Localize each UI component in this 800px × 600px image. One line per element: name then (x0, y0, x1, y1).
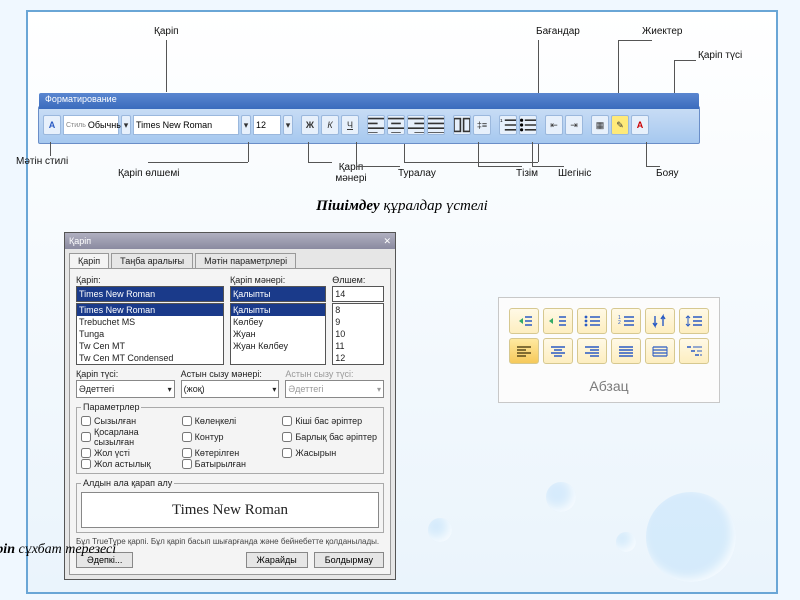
effect-checkbox[interactable]: Сызылған (81, 416, 178, 426)
bullet-list-button[interactable] (577, 308, 607, 334)
numbered-list-button[interactable]: 1 (499, 115, 517, 135)
dropdown-icon[interactable]: ▾ (241, 115, 251, 135)
label-underline-color: Астын сызу түсі: (285, 369, 384, 379)
callout-columns: Бағандар (536, 26, 580, 37)
columns-button[interactable] (453, 115, 471, 135)
font-name-input[interactable]: Times New Roman (76, 286, 224, 302)
svg-text:1: 1 (500, 118, 503, 124)
sort-button[interactable] (645, 308, 675, 334)
decoration-bubble (428, 518, 452, 542)
font-dialog: Қаріп ✕ Қаріп Таңба аралығы Мәтін параме… (64, 232, 396, 580)
font-size-list[interactable]: 8 9 10 11 12 14 (332, 303, 384, 365)
callout-font-size: Қаріп өлшемі (118, 168, 179, 179)
dialog-titlebar[interactable]: Қаріп ✕ (65, 233, 395, 249)
effect-checkbox[interactable]: Жасырын (282, 448, 379, 458)
line-spacing-button[interactable] (679, 308, 709, 334)
highlight-button[interactable]: ✎ (611, 115, 629, 135)
italic-button[interactable]: К (321, 115, 339, 135)
effect-checkbox[interactable]: Көлеңкелі (182, 416, 279, 426)
font-style-list[interactable]: Қалыпты Көлбеу Жуан Жуан Көлбеу (230, 303, 326, 365)
align-center-button[interactable] (543, 338, 573, 364)
dropdown-icon[interactable]: ▾ (121, 115, 131, 135)
effect-checkbox[interactable]: Жол астылық (81, 459, 178, 469)
ok-button[interactable]: Жарайды (246, 552, 308, 568)
bold-button[interactable]: Ж (301, 115, 319, 135)
font-size-input[interactable]: 14 (332, 286, 384, 302)
style-icon[interactable]: A (43, 115, 61, 135)
effect-checkbox[interactable]: Батырылған (182, 459, 279, 469)
callout-indent: Шегініс (558, 168, 591, 179)
align-right-button[interactable] (577, 338, 607, 364)
increase-indent-button[interactable]: ⇥ (565, 115, 583, 135)
callout-list: Тізім (516, 168, 538, 179)
effect-checkbox[interactable]: Контур (182, 427, 279, 447)
underline-color-dropdown: Әдеттегі (285, 380, 384, 398)
font-color-button[interactable]: A (631, 115, 649, 135)
dialog-title: Қаріп (69, 236, 91, 246)
bullet-list-button[interactable] (519, 115, 537, 135)
label-color: Қаріп түсі: (76, 369, 175, 379)
style-combo[interactable]: Стиль Обычный (63, 115, 119, 135)
cancel-button[interactable]: Болдырмау (314, 552, 384, 568)
font-color-dropdown[interactable]: Әдеттегі (76, 380, 175, 398)
borders-button[interactable]: ▦ (591, 115, 609, 135)
callout-borders: Жиектер (642, 26, 682, 37)
tab-text-params[interactable]: Мәтін параметрлері (195, 253, 296, 268)
decoration-bubble (646, 492, 736, 582)
preview-box: Times New Roman (81, 492, 379, 528)
underline-style-dropdown[interactable]: (жоқ) (181, 380, 280, 398)
align-center-button[interactable] (387, 115, 405, 135)
callout-text-style: Мәтін стилі (16, 156, 68, 167)
align-left-button[interactable] (367, 115, 385, 135)
align-justify-button[interactable] (611, 338, 641, 364)
size-combo[interactable]: 12 (253, 115, 281, 135)
close-icon[interactable]: ✕ (383, 236, 391, 247)
tab-spacing[interactable]: Таңба аралығы (111, 253, 193, 268)
align-left-button[interactable] (509, 338, 539, 364)
increase-indent-button[interactable] (543, 308, 573, 334)
tab-font[interactable]: Қаріп (69, 253, 109, 268)
underline-button[interactable]: Ч (341, 115, 359, 135)
toolbar-header: Форматирование (39, 93, 699, 109)
decrease-indent-button[interactable] (509, 308, 539, 334)
slide-frame: Қаріп Бағандар Жиектер Қаріп түсі Формат… (26, 10, 778, 594)
align-right-button[interactable] (407, 115, 425, 135)
toolbar-caption: Пішімдеу құралдар үстелі (28, 198, 776, 215)
label-size: Өлшем: (332, 275, 384, 285)
dialog-caption: Қаріп сұхбат терезесі (0, 542, 248, 558)
effect-checkbox[interactable]: Қосарлана сызылған (81, 427, 178, 447)
distributed-align-button[interactable] (645, 338, 675, 364)
decoration-bubble (546, 482, 576, 512)
formatting-toolbar: Форматирование A Стиль Обычный ▾ Times N… (38, 106, 700, 144)
paragraph-ribbon-group: 12 Абзац (498, 297, 720, 403)
effect-checkbox[interactable]: Көтерілген (182, 448, 279, 458)
font-style-input[interactable]: Қалыпты (230, 286, 326, 302)
font-combo[interactable]: Times New Roman (133, 115, 239, 135)
decrease-indent-button[interactable]: ⇤ (545, 115, 563, 135)
align-justify-button[interactable] (427, 115, 445, 135)
label-underline-style: Астын сызу мәнері: (181, 369, 280, 379)
multilevel-list-button[interactable] (679, 338, 709, 364)
dropdown-icon[interactable]: ▾ (283, 115, 293, 135)
label-font: Қаріп: (76, 275, 224, 285)
effect-checkbox[interactable]: Барлық бас әріптер (282, 427, 379, 447)
svg-text:2: 2 (618, 320, 621, 326)
font-list[interactable]: Times New Roman Trebuchet MS Tunga Tw Ce… (76, 303, 224, 365)
effect-checkbox[interactable]: Жол үсті (81, 448, 178, 458)
line-spacing-button[interactable]: ‡≡ (473, 115, 491, 135)
preview-group: Алдын ала қарап алу Times New Roman (76, 478, 384, 533)
callout-alignment: Туралау (398, 168, 436, 179)
effect-checkbox[interactable]: Кіші бас әріптер (282, 416, 379, 426)
label-style: Қаріп мәнері: (230, 275, 326, 285)
callout-font-color: Қаріп түсі (698, 50, 742, 61)
callout-font: Қаріп (154, 26, 179, 37)
callout-paint: Бояу (656, 168, 679, 179)
decoration-bubble (616, 532, 636, 552)
ribbon-group-label: Абзац (499, 374, 719, 402)
numbered-list-button[interactable]: 12 (611, 308, 641, 334)
effects-group: Параметрлер СызылғанКөлеңкеліКіші бас әр… (76, 402, 384, 474)
